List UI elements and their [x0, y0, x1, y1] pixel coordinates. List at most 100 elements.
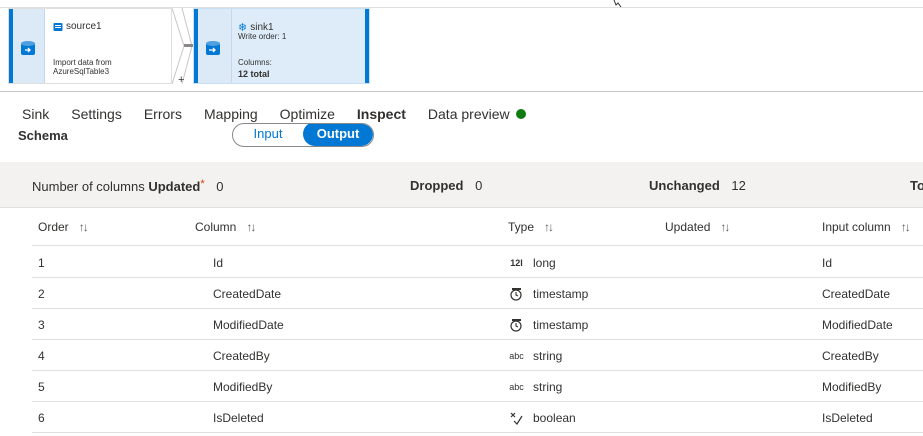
row-input-column: Id	[822, 256, 833, 270]
table-row[interactable]: 4 CreatedBy abc string CreatedBy	[32, 340, 923, 371]
header-updated: Updated ↑↓	[665, 220, 730, 234]
source-node-left-edge	[9, 9, 13, 83]
row-order: 1	[38, 256, 45, 270]
row-type-label: string	[533, 380, 563, 394]
columns-label: Number of columns	[32, 179, 145, 194]
row-column: ModifiedBy	[213, 380, 273, 394]
integer-icon: 12l	[510, 258, 523, 268]
database-sink-icon	[206, 41, 220, 55]
header-type: Type ↑↓	[508, 220, 554, 234]
tab-sink[interactable]: Sink	[0, 96, 60, 128]
tab-errors[interactable]: Errors	[133, 96, 193, 128]
tab-data-preview[interactable]: Data preview	[417, 96, 537, 128]
toggle-output-option[interactable]: Output	[303, 124, 373, 146]
row-order: 5	[38, 380, 45, 394]
string-icon: abc	[509, 382, 524, 392]
header-order: Order ↑↓	[38, 220, 89, 234]
add-transformation-button[interactable]: +	[178, 74, 184, 86]
row-input-column: IsDeleted	[822, 411, 873, 425]
row-order: 6	[38, 411, 45, 425]
timestamp-icon	[508, 318, 525, 332]
header-column-label: Column	[195, 220, 237, 234]
row-type-label: boolean	[533, 411, 576, 425]
row-type-label: string	[533, 349, 563, 363]
sort-order-icon[interactable]: ↑↓	[79, 220, 89, 234]
source-node[interactable]: source1 Import data from AzureSqlTable3	[8, 8, 172, 84]
schema-label: Schema	[18, 128, 68, 143]
row-order: 4	[38, 349, 45, 363]
summary-total: To	[910, 178, 923, 193]
unchanged-label: Unchanged	[649, 178, 720, 193]
row-type: timestamp	[508, 318, 588, 332]
row-type-label: timestamp	[533, 287, 589, 301]
source-node-description: Import data from AzureSqlTable3	[53, 58, 112, 76]
toggle-input-option[interactable]: Input	[233, 124, 303, 146]
source-node-name: source1	[66, 21, 102, 32]
sink-node-left-edge	[194, 9, 198, 83]
sink-columns-total: 12 total	[238, 69, 270, 79]
total-label: To	[910, 178, 923, 193]
sort-input-column-icon[interactable]: ↑↓	[901, 220, 911, 234]
row-input-column: ModifiedDate	[822, 318, 893, 332]
sink-node[interactable]: ❄ sink1 Write order: 1 Columns: 12 total	[193, 8, 370, 84]
boolean-icon	[508, 411, 525, 425]
row-column: ModifiedDate	[213, 318, 284, 332]
table-row[interactable]: 5 ModifiedBy abc string ModifiedBy	[32, 371, 923, 402]
table-row[interactable]: 3 ModifiedDate timestamp ModifiedDate	[32, 309, 923, 340]
row-column: IsDeleted	[213, 411, 264, 425]
row-column: CreatedBy	[213, 349, 270, 363]
row-type: abc string	[508, 349, 562, 363]
dropped-count: 0	[475, 178, 483, 193]
source-node-title: source1	[53, 21, 102, 32]
header-order-label: Order	[38, 220, 69, 234]
status-dot-icon	[515, 109, 526, 119]
sink-node-icon-bar	[196, 9, 232, 83]
updated-mark: *	[200, 178, 205, 190]
data-flow-canvas[interactable]: source1 Import data from AzureSqlTable3 …	[0, 0, 923, 92]
summary-dropped: Dropped 0	[410, 178, 482, 193]
summary-number-of-columns: Number of columns Updated* 0	[32, 178, 223, 194]
row-input-column: CreatedBy	[822, 349, 879, 363]
database-source-icon	[21, 41, 35, 55]
schema-table-header: Order ↑↓ Column ↑↓ Type ↑↓ Updated ↑↓ In…	[32, 208, 923, 246]
header-input-column-label: Input column	[822, 220, 891, 234]
row-input-column: CreatedDate	[822, 287, 891, 301]
row-type: 12l long	[508, 256, 556, 270]
mouse-cursor-icon	[613, 0, 622, 8]
sink-node-right-edge	[365, 9, 369, 83]
sink-write-order: Write order: 1	[238, 32, 287, 41]
tab-settings[interactable]: Settings	[60, 96, 133, 128]
table-row[interactable]: 1 Id 12l long Id	[32, 247, 923, 278]
table-row[interactable]: 2 CreatedDate timestamp CreatedDate	[32, 278, 923, 309]
row-input-column: ModifiedBy	[822, 380, 882, 394]
sink-columns-label: Columns:	[238, 58, 272, 67]
dropped-label: Dropped	[410, 178, 464, 193]
header-input-column: Input column ↑↓	[822, 220, 911, 234]
header-column: Column ↑↓	[195, 220, 256, 234]
tab-data-preview-label: Data preview	[427, 106, 510, 122]
sort-updated-icon[interactable]: ↑↓	[720, 220, 730, 234]
row-type: boolean	[508, 411, 576, 425]
timestamp-icon	[508, 287, 525, 301]
row-column: CreatedDate	[213, 287, 282, 301]
column-summary-bar: Number of columns Updated* 0 Dropped 0 U…	[0, 162, 923, 208]
source-node-icon-bar	[9, 9, 45, 83]
unchanged-count: 12	[731, 178, 746, 193]
table-row[interactable]: 6 IsDeleted boolean IsDeleted	[32, 402, 923, 433]
updated-label: Updated	[148, 179, 201, 194]
sort-column-icon[interactable]: ↑↓	[246, 220, 256, 234]
header-type-label: Type	[508, 220, 535, 234]
summary-unchanged: Unchanged 12	[649, 178, 746, 193]
input-output-toggle[interactable]: Input Output	[232, 123, 374, 147]
sort-type-icon[interactable]: ↑↓	[544, 220, 554, 234]
row-type: timestamp	[508, 287, 588, 301]
row-order: 3	[38, 318, 45, 332]
source-type-icon	[53, 22, 63, 31]
row-type: abc string	[508, 380, 562, 394]
row-type-label: long	[533, 256, 556, 270]
updated-count: 0	[216, 179, 224, 194]
row-column: Id	[213, 256, 224, 270]
header-updated-label: Updated	[665, 220, 711, 234]
canvas-divider-bottom	[0, 91, 923, 92]
row-type-label: timestamp	[533, 318, 589, 332]
